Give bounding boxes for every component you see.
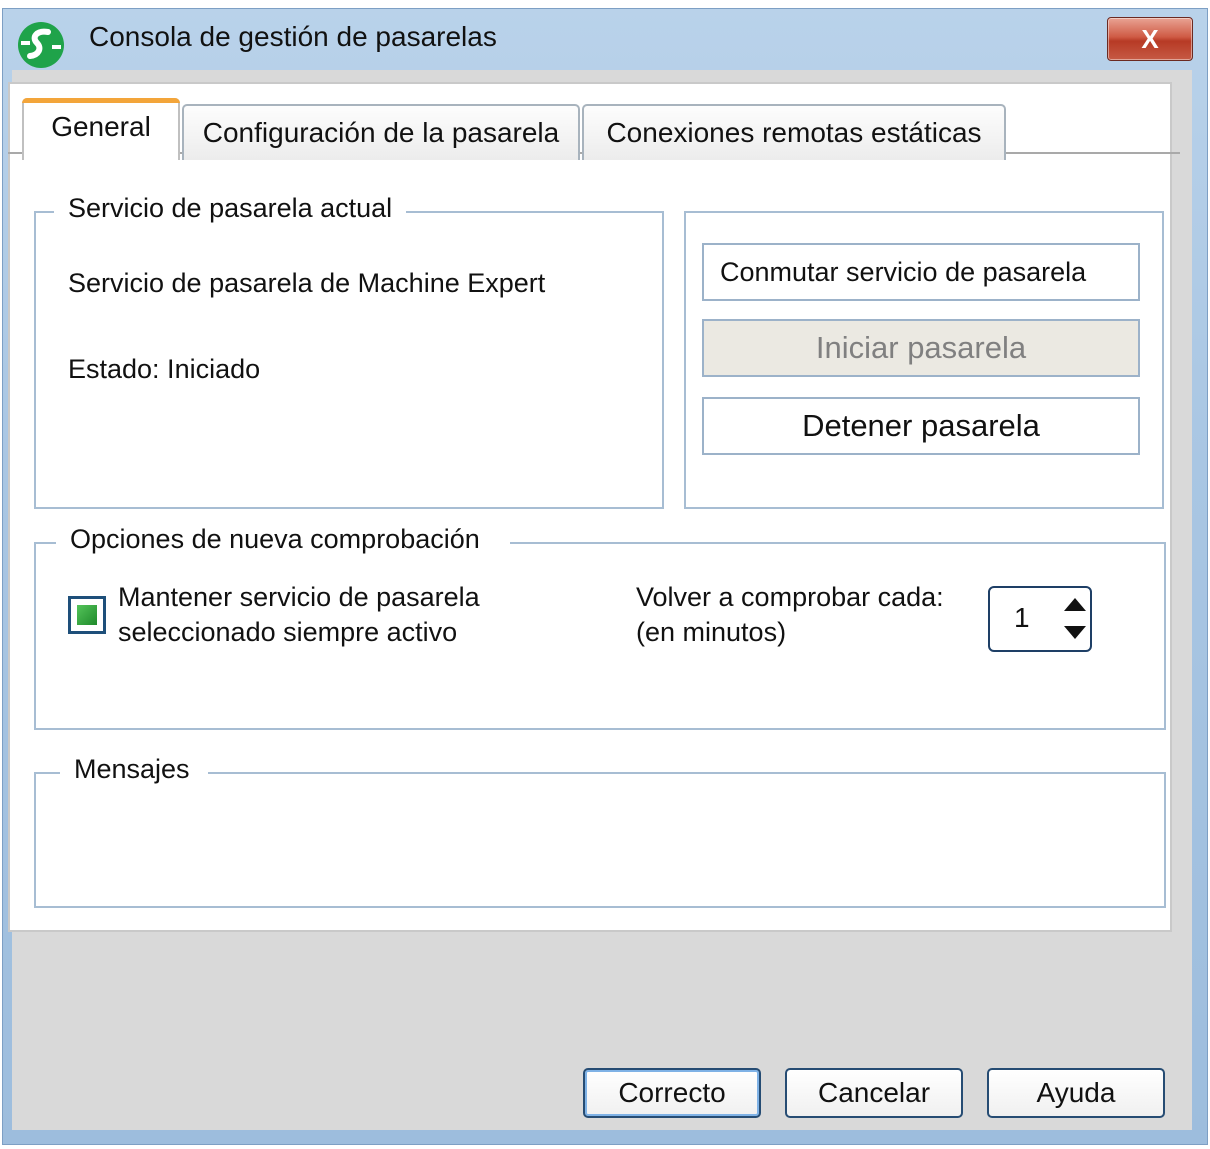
recheck-interval-value[interactable]: 1 [1014, 602, 1030, 634]
keep-active-label-line1: Mantener servicio de pasarela [118, 582, 480, 612]
recheck-interval-label-line2: (en minutos) [636, 617, 787, 647]
tab-static-remote-connections[interactable]: Conexiones remotas estáticas [582, 104, 1006, 160]
tab-general[interactable]: General [22, 98, 180, 160]
start-gateway-button[interactable]: Iniciar pasarela [702, 319, 1140, 377]
close-button[interactable]: X [1107, 17, 1193, 61]
current-service-legend: Servicio de pasarela actual [54, 193, 407, 224]
keep-active-label-line2: seleccionado siempre activo [118, 617, 458, 647]
window-title: Consola de gestión de pasarelas [89, 21, 497, 52]
keep-service-active-checkbox[interactable] [68, 596, 106, 634]
gateway-status: Estado: Iniciado [68, 354, 261, 384]
help-button[interactable]: Ayuda [987, 1068, 1165, 1118]
title-bar[interactable]: Consola de gestión de pasarelas X [3, 9, 1207, 79]
recheck-interval-stepper[interactable]: 1 [988, 586, 1092, 652]
cancel-button[interactable]: Cancelar [785, 1068, 963, 1118]
checkbox-checked-mark [77, 605, 97, 625]
close-icon: X [1141, 24, 1159, 54]
switch-gateway-service-button[interactable]: Conmutar servicio de pasarela [702, 243, 1140, 301]
stop-gateway-button[interactable]: Detener pasarela [702, 397, 1140, 455]
stepper-down-arrow-icon[interactable] [1064, 626, 1086, 639]
gateway-service-name: Servicio de pasarela de Machine Expert [68, 268, 546, 298]
app-logo-icon [18, 22, 64, 68]
recheck-interval-label-line1: Volver a comprobar cada: [636, 582, 944, 612]
stepper-up-arrow-icon[interactable] [1064, 598, 1086, 611]
messages-group: Mensajes [34, 754, 1166, 908]
messages-legend: Mensajes [60, 754, 208, 785]
recheck-options-legend: Opciones de nueva comprobación [56, 524, 510, 555]
tab-gateway-configuration[interactable]: Configuración de la pasarela [182, 104, 580, 160]
ok-button[interactable]: Correcto [583, 1068, 761, 1118]
